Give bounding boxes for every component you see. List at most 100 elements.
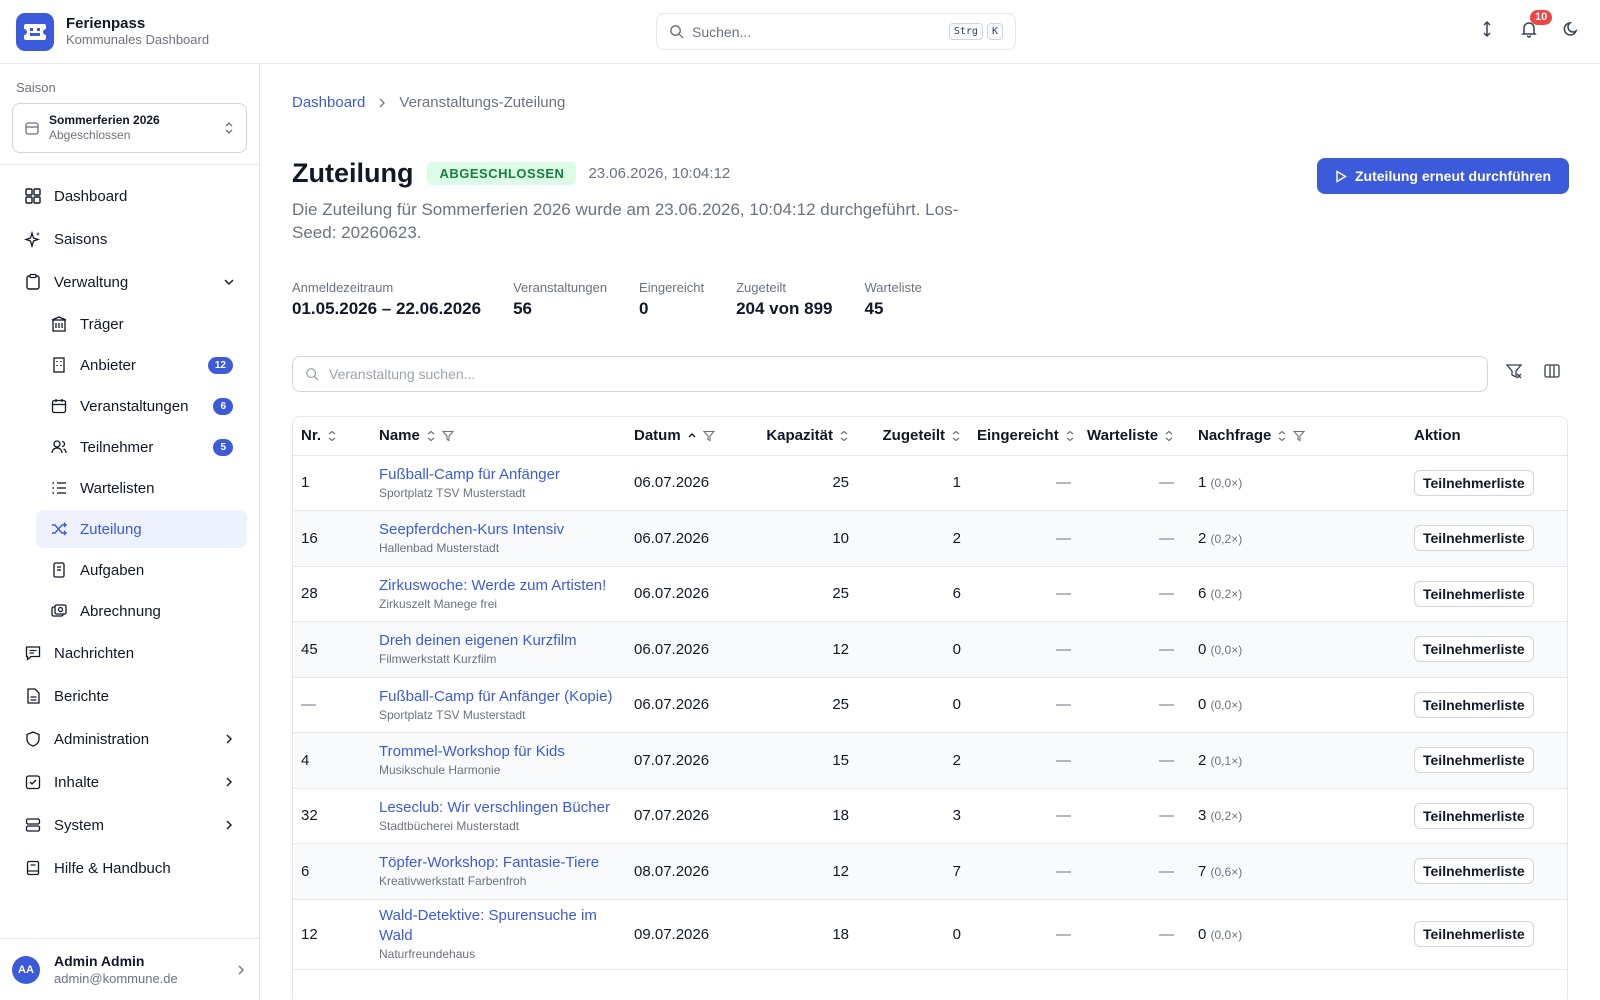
sidebar-item-label: Wartelisten [80, 479, 155, 497]
column-label: Nachfrage [1198, 427, 1272, 445]
sidebar-item-traeger[interactable]: Träger [36, 305, 247, 343]
clear-filter-icon[interactable] [1505, 362, 1523, 380]
cell-waitlist: — [1079, 843, 1182, 900]
sidebar-item-aufgaben[interactable]: Aufgaben [36, 551, 247, 589]
cell-submitted: — [969, 788, 1079, 844]
sidebar-subnav-verwaltung: Träger Anbieter 12 Veranstaltungen 6 Tei… [36, 305, 247, 630]
sidebar-item-administration[interactable]: Administration [12, 719, 247, 759]
demand-ratio: (0,2×) [1210, 587, 1243, 602]
column-header-nr[interactable]: Nr. [293, 417, 371, 456]
sidebar-item-inhalte[interactable]: Inhalte [12, 762, 247, 802]
column-label: Kapazität [766, 427, 833, 445]
sidebar-item-abrechnung[interactable]: Abrechnung [36, 592, 247, 630]
sidebar-item-wartelisten[interactable]: Wartelisten [36, 469, 247, 507]
column-header-zugeteilt[interactable]: Zugeteilt [857, 417, 969, 456]
column-header-name[interactable]: Name [371, 417, 626, 456]
event-link[interactable]: Töpfer-Workshop: Fantasie-Tiere [379, 853, 618, 873]
cell-name: Wald-Detektive: Spurensuche im Wald Natur… [371, 899, 626, 970]
cell-date: 07.07.2026 [626, 732, 744, 789]
participant-list-button[interactable]: Teilnehmerliste [1414, 747, 1534, 774]
cell-demand: 7 (0,6×) [1182, 843, 1404, 900]
event-link[interactable]: Fußball-Camp für Anfänger (Kopie) [379, 687, 618, 707]
sort-icon [1066, 430, 1074, 442]
event-link[interactable]: Seepferdchen-Kurs Intensiv [379, 520, 618, 540]
participant-list-button[interactable]: Teilnehmerliste [1414, 802, 1534, 829]
sidebar-item-saisons[interactable]: Saisons [12, 219, 247, 259]
table-header-row: Nr. Name Datum Kapazität Zugeteilt Einge… [293, 417, 1567, 456]
cell-nr: 6 [293, 843, 371, 900]
cell-capacity: 18 [744, 899, 857, 970]
cell-assigned: 7 [857, 843, 969, 900]
cell-date: 06.07.2026 [626, 510, 744, 567]
cell-name: Seepferdchen-Kurs Intensiv Hallenbad Must… [371, 510, 626, 567]
rerun-allocation-button[interactable]: Zuteilung erneut durchführen [1317, 158, 1569, 194]
shuffle-icon [52, 522, 67, 536]
stat-label: Veranstaltungen [513, 280, 608, 295]
demand-value: 6 [1198, 585, 1207, 603]
stat-value: 01.05.2026 – 22.06.2026 [292, 299, 482, 318]
sidebar-item-zuteilung[interactable]: Zuteilung [36, 510, 247, 548]
cell-demand: 0 (0,0×) [1182, 677, 1404, 733]
stat-label: Anmeldezeitraum [292, 280, 394, 295]
sidebar-item-verwaltung[interactable]: Verwaltung [12, 262, 247, 302]
message-icon [25, 646, 41, 661]
cell-assigned: 2 [857, 510, 969, 567]
sidebar-item-nachrichten[interactable]: Nachrichten [12, 633, 247, 673]
event-link[interactable]: Trommel-Workshop für Kids [379, 742, 618, 762]
resize-vertical-icon[interactable] [1478, 20, 1496, 38]
cell-nr: 4 [293, 732, 371, 789]
brand[interactable]: Ferienpass Kommunales Dashboard [16, 13, 209, 51]
participant-list-button[interactable]: Teilnehmerliste [1414, 636, 1534, 663]
global-search-input[interactable]: Suchen... Strg K [656, 13, 1016, 50]
season-status: Abgeschlossen [49, 128, 131, 142]
user-email: admin@kommune.de [54, 970, 178, 986]
participant-list-button[interactable]: Teilnehmerliste [1414, 858, 1534, 885]
event-link[interactable]: Leseclub: Wir verschlingen Bücher [379, 798, 618, 818]
cell-capacity: 25 [744, 566, 857, 622]
cell-waitlist: — [1079, 621, 1182, 678]
clipboard-icon [26, 273, 40, 290]
column-header-warteliste[interactable]: Warteliste [1079, 417, 1182, 456]
breadcrumb: Dashboard Veranstaltungs-Zuteilung [292, 94, 565, 111]
participant-list-button[interactable]: Teilnehmerliste [1414, 525, 1534, 552]
sidebar-item-label: Abrechnung [80, 602, 161, 620]
cell-demand: 3 (0,2×) [1182, 788, 1404, 844]
sidebar-item-veranstaltungen[interactable]: Veranstaltungen 6 [36, 387, 247, 425]
filter-icon[interactable] [702, 430, 715, 442]
column-header-nachfrage[interactable]: Nachfrage [1182, 417, 1404, 456]
participant-list-button[interactable]: Teilnehmerliste [1414, 469, 1534, 496]
moon-icon[interactable] [1562, 20, 1580, 38]
sidebar-item-system[interactable]: System [12, 805, 247, 845]
sidebar-item-dashboard[interactable]: Dashboard [12, 176, 247, 216]
breadcrumb-link-dashboard[interactable]: Dashboard [292, 94, 365, 111]
cell-action: Teilnehmerliste [1404, 732, 1567, 789]
columns-icon[interactable] [1543, 362, 1561, 380]
filter-icon[interactable] [1293, 430, 1306, 442]
filter-icon[interactable] [441, 430, 454, 442]
event-search-input[interactable]: Veranstaltung suchen... [292, 356, 1488, 392]
sidebar-item-label: Anbieter [80, 356, 136, 374]
column-header-eingereicht[interactable]: Eingereicht [969, 417, 1079, 456]
user-menu[interactable]: AA Admin Admin admin@kommune.de [0, 938, 259, 1000]
event-link[interactable]: Fußball-Camp für Anfänger [379, 465, 618, 485]
sidebar-item-anbieter[interactable]: Anbieter 12 [36, 346, 247, 384]
event-link[interactable]: Wald-Detektive: Spurensuche im Wald [379, 906, 618, 946]
sidebar-item-hilfe[interactable]: Hilfe & Handbuch [12, 848, 247, 888]
calendar-icon [25, 122, 39, 135]
season-select[interactable]: Sommerferien 2026 Abgeschlossen [12, 103, 247, 153]
event-link[interactable]: Dreh deinen eigenen Kurzfilm [379, 631, 618, 651]
column-header-datum[interactable]: Datum [626, 417, 744, 456]
notifications-button[interactable]: 10 [1520, 10, 1553, 38]
sort-ascending-icon [688, 432, 696, 438]
participant-list-button[interactable]: Teilnehmerliste [1414, 921, 1534, 947]
participant-list-button[interactable]: Teilnehmerliste [1414, 580, 1534, 607]
sidebar-item-teilnehmer[interactable]: Teilnehmer 5 [36, 428, 247, 466]
page-description: Die Zuteilung für Sommerferien 2026 wurd… [292, 200, 959, 242]
column-header-kapazitaet[interactable]: Kapazität [744, 417, 857, 456]
cell-assigned: 0 [857, 677, 969, 733]
sidebar-item-berichte[interactable]: Berichte [12, 676, 247, 716]
demand-value: 3 [1198, 807, 1207, 825]
cell-date: 06.07.2026 [626, 621, 744, 678]
participant-list-button[interactable]: Teilnehmerliste [1414, 691, 1534, 718]
event-link[interactable]: Zirkuswoche: Werde zum Artisten! [379, 576, 618, 596]
